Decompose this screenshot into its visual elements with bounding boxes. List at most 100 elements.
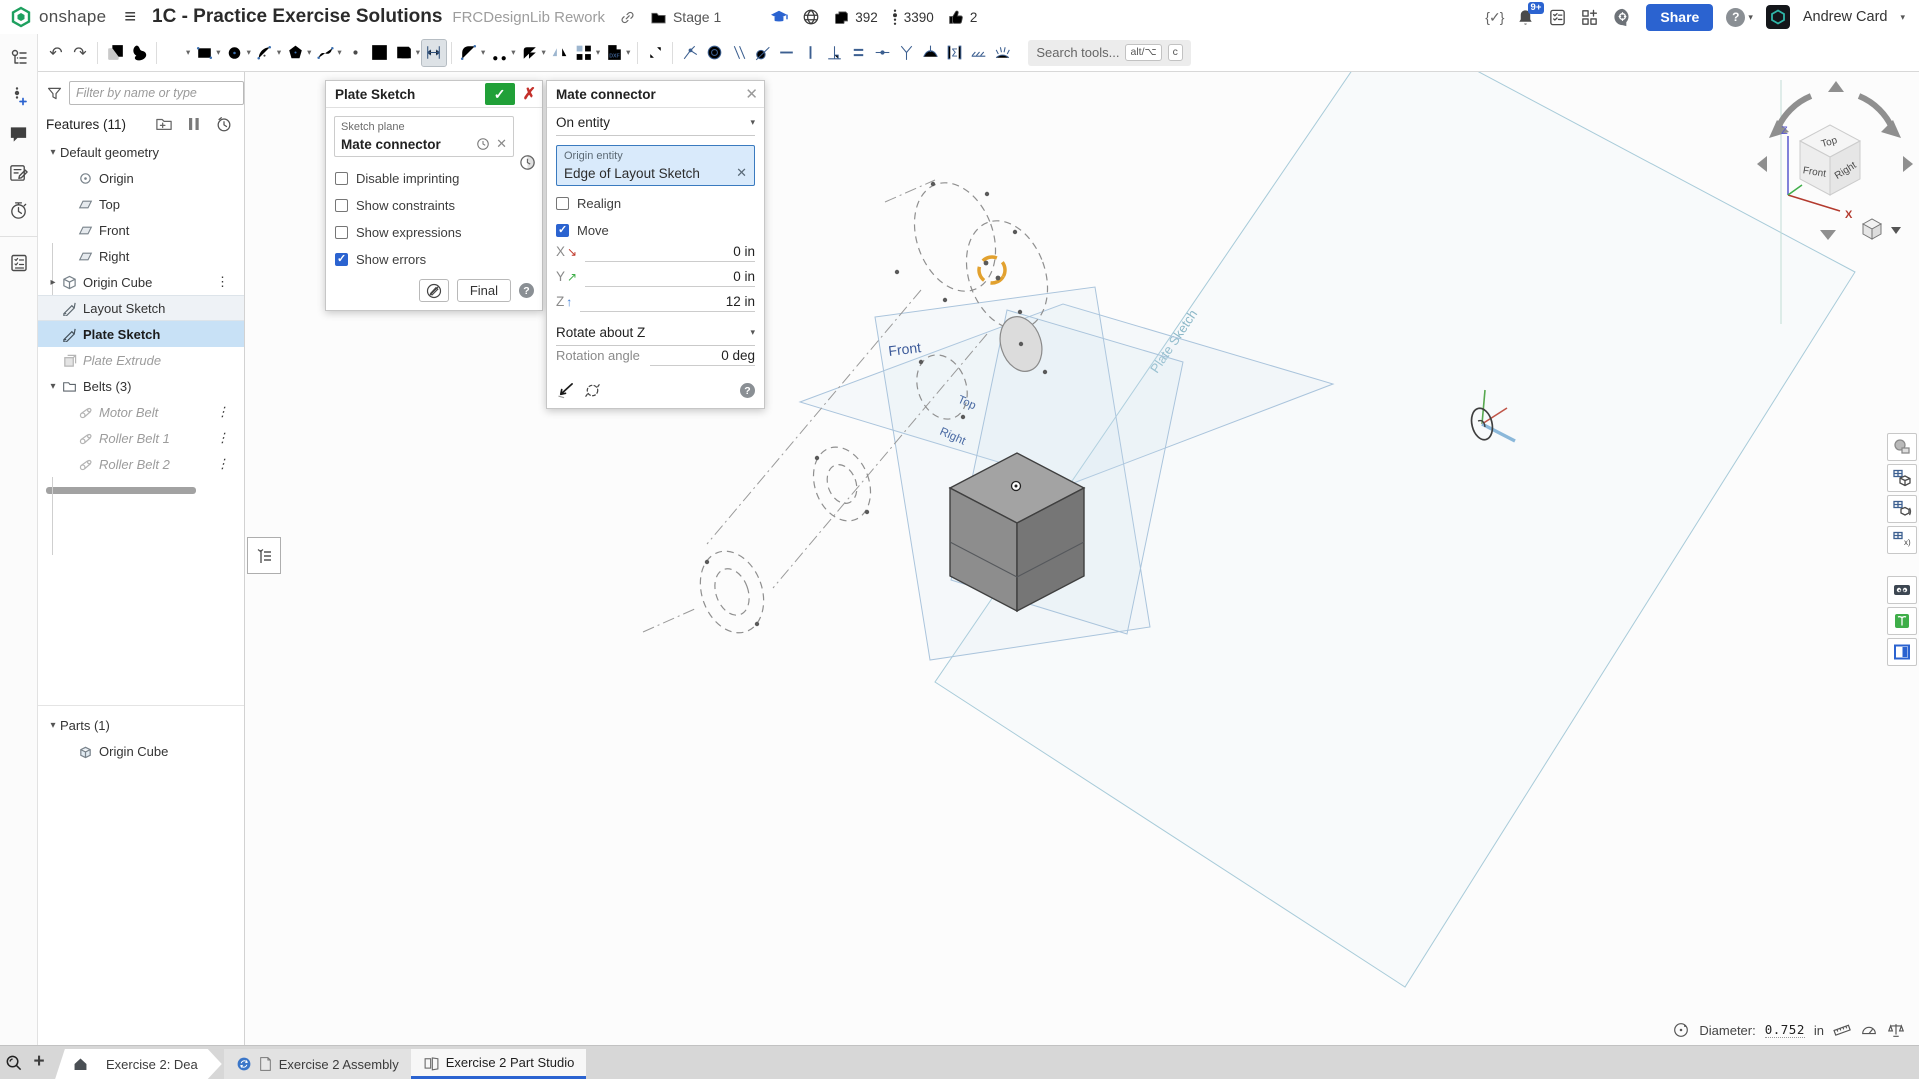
public-globe-icon[interactable]: [802, 8, 820, 26]
tree-item-motor-belt[interactable]: Motor Belt ⋮: [38, 399, 244, 425]
rectangle-tool-caret-icon[interactable]: ▾: [216, 47, 220, 58]
managed-variable-icon[interactable]: Σ: [942, 40, 966, 66]
tree-item-roller-belt-1[interactable]: Roller Belt 1 ⋮: [38, 425, 244, 451]
selected-edge-highlight[interactable]: [974, 252, 1010, 288]
spline-tool-icon[interactable]: [313, 40, 337, 66]
sketch-plane-field[interactable]: Sketch plane Mate connector ✕: [334, 116, 514, 157]
curvature-comb-icon[interactable]: [990, 40, 1014, 66]
tree-item-layout-sketch[interactable]: Layout Sketch: [38, 295, 244, 321]
filter-icon[interactable]: [46, 85, 63, 102]
tree-item-top-plane[interactable]: Top: [38, 191, 244, 217]
right-panel-toggle-button[interactable]: [1887, 638, 1917, 666]
mode-dropdown[interactable]: On entity ▾: [556, 115, 755, 136]
insert-image-caret-icon[interactable]: ▾: [416, 47, 420, 58]
fix-constraint-icon[interactable]: [966, 40, 990, 66]
parts-header-row[interactable]: ▾ Parts (1): [38, 712, 244, 738]
undo-button[interactable]: ↶: [44, 40, 68, 66]
collapsed-panel-handle[interactable]: [247, 537, 281, 574]
rollback-clock-icon[interactable]: [214, 114, 234, 134]
chevron-down-icon[interactable]: ▾: [46, 720, 60, 731]
close-icon[interactable]: ✕: [745, 85, 758, 103]
notifications-button[interactable]: 9+: [1516, 8, 1535, 27]
chevron-down-icon[interactable]: ▾: [46, 381, 60, 392]
circle-tool-icon[interactable]: [223, 40, 247, 66]
rotate-left-step-arrow-icon[interactable]: [1757, 156, 1767, 172]
parallel-constraint-icon[interactable]: [726, 40, 750, 66]
offset-tool-icon[interactable]: [518, 40, 542, 66]
user-name[interactable]: Andrew Card: [1803, 9, 1888, 25]
x-offset-field[interactable]: X ↘ 0 in: [556, 244, 755, 269]
share-button[interactable]: Share: [1646, 4, 1713, 31]
view-cube[interactable]: Top Front Right Z X: [1755, 78, 1915, 248]
mate-connector-marker-icon[interactable]: ⋮: [216, 274, 230, 290]
move-checkbox[interactable]: Move: [547, 217, 764, 244]
view-options-caret-icon[interactable]: [1891, 227, 1901, 234]
parts-list-icon[interactable]: [7, 251, 31, 275]
add-tab-button[interactable]: +: [26, 1047, 52, 1077]
fillet-tool-icon[interactable]: [457, 40, 481, 66]
vertical-constraint-icon[interactable]: [798, 40, 822, 66]
app-store-icon[interactable]: [1580, 8, 1599, 27]
commit-button[interactable]: ✓: [485, 83, 515, 105]
tree-item-roller-belt-2[interactable]: Roller Belt 2 ⋮: [38, 451, 244, 477]
chevron-down-icon[interactable]: ▾: [46, 147, 60, 158]
rotate-right-arrow-icon[interactable]: [1859, 96, 1893, 130]
midpoint-constraint-icon[interactable]: [870, 40, 894, 66]
mirror-tool-icon[interactable]: [548, 40, 572, 66]
feature-table-button[interactable]: x): [1887, 526, 1917, 554]
checkbox[interactable]: [335, 199, 348, 212]
document-subtitle[interactable]: FRCDesignLib Rework: [452, 9, 605, 26]
rotation-angle-value[interactable]: 0 deg: [650, 348, 755, 366]
history-icon[interactable]: [7, 198, 31, 222]
rotate-up-arrow-icon[interactable]: [1828, 81, 1844, 92]
pattern-tool-caret-icon[interactable]: ▾: [596, 47, 600, 58]
edit-notes-icon[interactable]: [7, 160, 31, 184]
clear-selection-icon[interactable]: ✕: [496, 136, 507, 152]
ruler-icon[interactable]: [1833, 1021, 1851, 1039]
show-expressions-checkbox[interactable]: Show expressions: [326, 219, 542, 246]
protractor-icon[interactable]: [1860, 1021, 1878, 1039]
mate-connector-marker-icon[interactable]: ⋮: [216, 430, 230, 446]
realign-checkbox[interactable]: Realign: [547, 190, 764, 217]
checkbox[interactable]: [335, 172, 348, 185]
show-constraints-checkbox[interactable]: Show constraints: [326, 192, 542, 219]
search-tabs-icon[interactable]: [0, 1047, 26, 1077]
avatar[interactable]: [1766, 5, 1790, 29]
checkbox[interactable]: [556, 224, 569, 237]
concentric-constraint-icon[interactable]: [702, 40, 726, 66]
featurescript-icon[interactable]: {✓}: [1485, 9, 1503, 26]
appearance-button[interactable]: [1887, 433, 1917, 461]
y-offset-field[interactable]: Y ↗ 0 in: [556, 269, 755, 294]
mate-connector-marker-icon[interactable]: ⋮: [216, 404, 230, 420]
mate-connector-icon[interactable]: [7, 84, 31, 108]
reorient-secondary-axis-icon[interactable]: [583, 381, 602, 400]
feature-list-icon[interactable]: [7, 46, 31, 70]
trim-tool-icon[interactable]: [487, 40, 511, 66]
tab-exercise-2-part-studio[interactable]: Exercise 2 Part Studio: [411, 1049, 587, 1079]
tree-item-plate-sketch[interactable]: Plate Sketch: [38, 321, 244, 347]
tree-item-origin[interactable]: Origin: [38, 165, 244, 191]
view-cube-body[interactable]: Top Front Right: [1800, 125, 1860, 195]
checkbox[interactable]: [335, 253, 348, 266]
tree-item-front-plane[interactable]: Front: [38, 217, 244, 243]
z-offset-field[interactable]: Z ↑ 12 in: [556, 294, 755, 319]
polygon-tool-caret-icon[interactable]: ▾: [307, 47, 311, 58]
insert-image-icon[interactable]: [392, 40, 416, 66]
origin-entity-value[interactable]: Edge of Layout Sketch: [564, 166, 730, 181]
polygon-tool-icon[interactable]: [283, 40, 307, 66]
tab-exercise-2-assembly[interactable]: Exercise 2 Assembly: [224, 1049, 411, 1079]
dialog-help-icon[interactable]: ?: [740, 383, 755, 398]
final-button[interactable]: Final: [457, 279, 511, 302]
rotate-about-dropdown[interactable]: Rotate about Z ▾: [556, 325, 755, 346]
tasks-icon[interactable]: [1548, 8, 1567, 27]
horizontal-constraint-icon[interactable]: [774, 40, 798, 66]
trim-tool-caret-icon[interactable]: ▾: [511, 47, 515, 58]
assistant-button[interactable]: [1887, 576, 1917, 604]
equal-constraint-icon[interactable]: [846, 40, 870, 66]
imprint-icon[interactable]: [127, 40, 151, 66]
transform-tool-icon[interactable]: [643, 40, 667, 66]
y-offset-value[interactable]: 0 in: [585, 269, 755, 287]
ai-advisor-icon[interactable]: [1612, 7, 1633, 28]
arc-tool-caret-icon[interactable]: ▾: [277, 47, 281, 58]
comments-icon[interactable]: [7, 122, 31, 146]
